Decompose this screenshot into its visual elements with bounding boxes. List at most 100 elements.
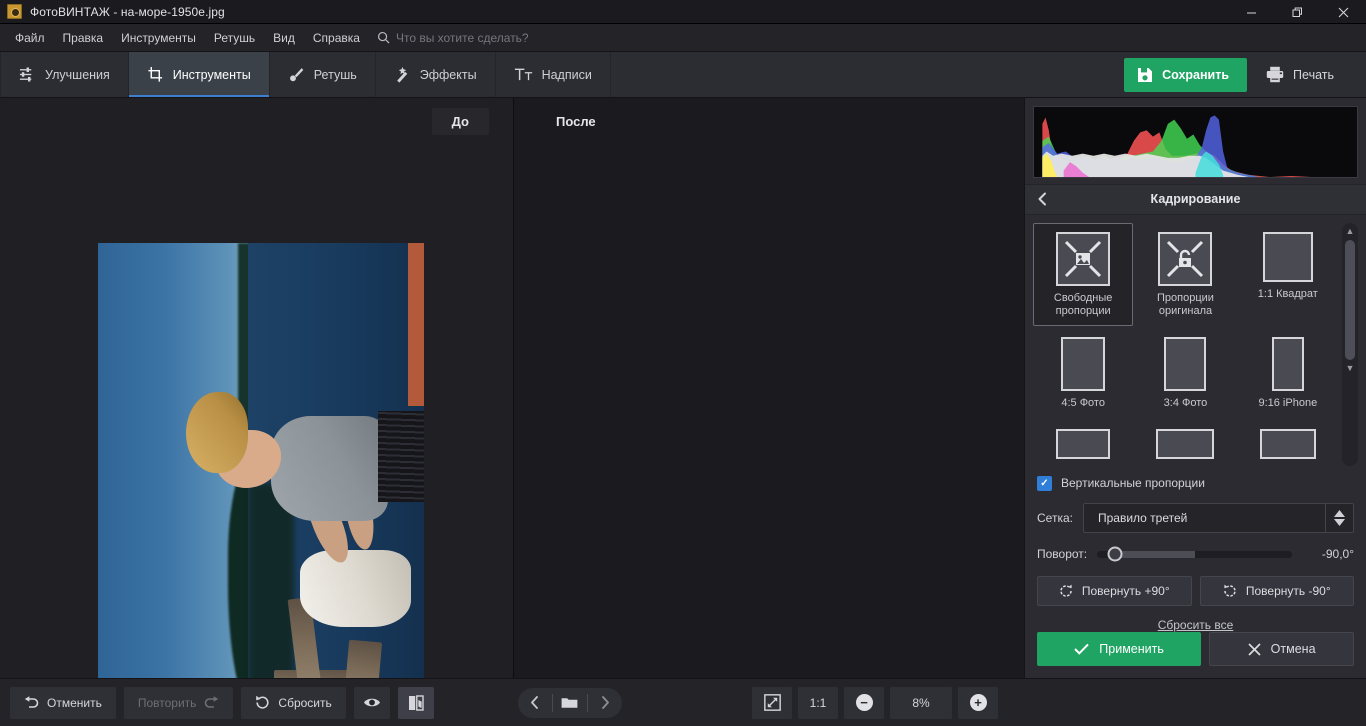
menu-item-file[interactable]: Файл bbox=[6, 27, 54, 49]
search-box[interactable]: Что вы хотите сделать? bbox=[377, 31, 529, 45]
title-bar: ФотоВИНТАЖ - на-море-1950e.jpg bbox=[0, 0, 1366, 24]
crop-presets-container: Свободныепропорции Пропорцииоригинала bbox=[1025, 215, 1366, 466]
tab-улучшения[interactable]: Улучшения bbox=[0, 52, 129, 97]
previous-file-button[interactable] bbox=[518, 688, 552, 718]
preset-9-16-iphone[interactable]: 9:16 iPhone bbox=[1238, 328, 1338, 418]
compare-split-button[interactable] bbox=[397, 686, 434, 719]
grid-label: Сетка: bbox=[1037, 510, 1073, 525]
search-icon bbox=[377, 31, 390, 44]
grid-select-value: Правило третей bbox=[1097, 510, 1188, 525]
cancel-label: Отмена bbox=[1270, 642, 1316, 657]
sliders-icon bbox=[19, 67, 32, 82]
print-button[interactable]: Печать bbox=[1255, 57, 1350, 92]
right-panel: Кадрирование Свободные пропорции Пропорц… bbox=[1024, 98, 1366, 678]
redo-button[interactable]: Повторить bbox=[123, 686, 234, 719]
text-icon bbox=[514, 68, 532, 81]
rotation-slider-thumb[interactable] bbox=[1107, 546, 1123, 562]
tab-label: Улучшения bbox=[45, 67, 110, 82]
menu-item-edit[interactable]: Правка bbox=[54, 27, 113, 49]
scroll-down-icon[interactable]: ▼ bbox=[1346, 362, 1355, 375]
scrollbar-thumb[interactable] bbox=[1345, 239, 1355, 360]
grid-row: Сетка: Правило третей bbox=[1025, 502, 1366, 533]
close-button[interactable] bbox=[1320, 0, 1366, 24]
after-pane[interactable]: После bbox=[514, 98, 1024, 678]
rotation-row: Поворот: -90,0° bbox=[1025, 545, 1366, 564]
rotation-slider[interactable] bbox=[1097, 546, 1292, 562]
preset-label: Свободные пропорции bbox=[1053, 291, 1113, 318]
rotate-minus-90-button[interactable]: Повернуть -90° bbox=[1199, 576, 1354, 607]
preset-1-1-square[interactable]: 1:1 Квадрат bbox=[1238, 223, 1338, 327]
grid-spinner[interactable] bbox=[1325, 503, 1353, 532]
chevron-left-icon bbox=[530, 696, 538, 709]
preset-free-proportions[interactable]: Свободные пропорции bbox=[1033, 222, 1134, 327]
preset-row3-item3[interactable] bbox=[1238, 420, 1338, 466]
crop-icon bbox=[148, 66, 162, 82]
menu-item-view[interactable]: Вид bbox=[264, 27, 304, 49]
after-label: После bbox=[556, 114, 596, 129]
restore-button[interactable] bbox=[1274, 0, 1320, 24]
cancel-button[interactable]: Отмена bbox=[1209, 632, 1354, 667]
open-folder-button[interactable] bbox=[553, 688, 587, 718]
folder-icon bbox=[561, 698, 578, 708]
menu-item-tools[interactable]: Инструменты bbox=[112, 27, 205, 49]
before-pane[interactable]: До bbox=[0, 98, 514, 678]
vertical-proportions-row[interactable]: ✓ Вертикальные пропорции bbox=[1025, 472, 1366, 495]
tab-bar: Улучшения Инструменты Ретушь Эффекты Над… bbox=[0, 52, 1366, 98]
scroll-up-icon[interactable]: ▲ bbox=[1346, 225, 1355, 238]
preset-row3-item2[interactable] bbox=[1135, 420, 1235, 466]
apply-button[interactable]: Применить bbox=[1037, 632, 1202, 667]
menu-item-help[interactable]: Справка bbox=[304, 27, 369, 49]
close-x-icon bbox=[1248, 642, 1261, 656]
print-button-label: Печать bbox=[1293, 67, 1334, 82]
reset-all-row: Сбросить все bbox=[1025, 618, 1366, 632]
zoom-level-value: 8% bbox=[912, 695, 930, 710]
rotate-buttons-row: Повернуть +90° Повернуть -90° bbox=[1025, 576, 1366, 607]
preset-3-4-photo[interactable]: 3:4 Фото bbox=[1135, 328, 1235, 418]
preset-4-5-photo[interactable]: 4:5 Фото bbox=[1033, 328, 1133, 418]
zoom-out-button[interactable]: − bbox=[844, 686, 884, 719]
preset-label: 9:16 iPhone bbox=[1258, 397, 1318, 410]
vertical-proportions-checkbox[interactable]: ✓ bbox=[1037, 475, 1052, 491]
zoom-level-display[interactable]: 8% bbox=[890, 686, 952, 719]
portrait-4-5-icon bbox=[1061, 337, 1106, 392]
square-shape-icon bbox=[1262, 231, 1313, 282]
save-button[interactable]: Сохранить bbox=[1124, 57, 1248, 92]
preset-label: 3:4 Фото bbox=[1163, 397, 1208, 410]
next-file-button[interactable] bbox=[588, 688, 622, 718]
zoom-1-1-button[interactable]: 1:1 bbox=[798, 686, 838, 719]
redo-icon bbox=[205, 696, 219, 708]
menu-item-retouch[interactable]: Ретушь bbox=[205, 27, 264, 49]
preset-row3-item1[interactable] bbox=[1033, 420, 1133, 466]
printer-icon bbox=[1266, 66, 1284, 83]
reset-all-link[interactable]: Сбросить все bbox=[1158, 618, 1234, 632]
undo-button[interactable]: Отменить bbox=[10, 686, 116, 719]
preview-eye-button[interactable] bbox=[353, 686, 390, 719]
reset-button[interactable]: Сбросить bbox=[241, 686, 346, 719]
zoom-in-button[interactable]: + bbox=[958, 686, 998, 719]
panel-header: Кадрирование bbox=[1025, 184, 1366, 215]
vertical-proportions-label: Вертикальные пропорции bbox=[1061, 476, 1205, 491]
chevron-up-icon bbox=[1334, 509, 1345, 517]
back-button[interactable] bbox=[1025, 192, 1061, 206]
tab-label: Инструменты bbox=[172, 67, 251, 82]
plus-icon: + bbox=[969, 694, 987, 711]
rotate-plus-90-button[interactable]: Повернуть +90° bbox=[1037, 576, 1192, 607]
minimize-button[interactable] bbox=[1228, 0, 1274, 24]
before-photo bbox=[98, 243, 424, 678]
grid-select[interactable]: Правило третей bbox=[1082, 502, 1354, 533]
minus-icon: − bbox=[855, 694, 873, 711]
preset-original-proportions[interactable]: Пропорции оригинала bbox=[1135, 223, 1235, 327]
file-navigation-group bbox=[517, 687, 622, 718]
before-label: До bbox=[431, 108, 489, 135]
crop-presets-grid: Свободныепропорции Пропорцииоригинала bbox=[1033, 222, 1338, 466]
tab-ретушь[interactable]: Ретушь bbox=[270, 52, 376, 97]
window-controls bbox=[1228, 0, 1366, 24]
fit-to-screen-button[interactable] bbox=[752, 686, 792, 719]
tab-инструменты[interactable]: Инструменты bbox=[128, 52, 270, 97]
tab-эффекты[interactable]: Эффекты bbox=[376, 52, 496, 97]
redo-label: Повторить bbox=[137, 695, 197, 710]
tab-надписи[interactable]: Надписи bbox=[496, 52, 611, 97]
presets-scrollbar[interactable]: ▲ ▼ bbox=[1342, 222, 1358, 466]
save-button-label: Сохранить bbox=[1162, 67, 1230, 82]
tab-label: Эффекты bbox=[419, 67, 477, 82]
